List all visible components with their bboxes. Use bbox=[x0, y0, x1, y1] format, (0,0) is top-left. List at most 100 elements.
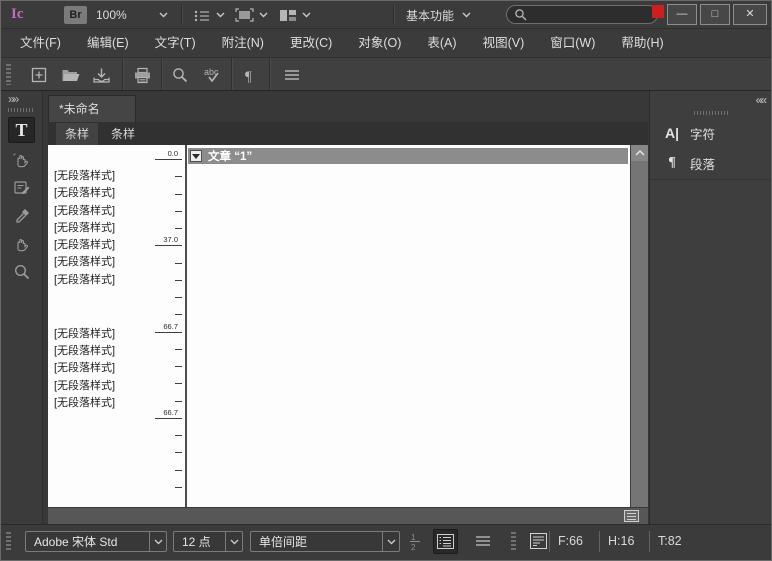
paragraph-style-label: [无段落样式] bbox=[54, 184, 149, 201]
character-panel-icon: A| bbox=[660, 125, 684, 141]
dock-grip[interactable] bbox=[694, 111, 730, 115]
view-tab-galley-2[interactable]: 条样 bbox=[102, 123, 144, 145]
title-bar: Ic Br 100% bbox=[1, 1, 771, 29]
copyfit-info-button[interactable] bbox=[528, 532, 548, 550]
chevron-down-icon bbox=[216, 12, 225, 18]
spell-check-button[interactable]: abc bbox=[200, 62, 226, 88]
expand-dock-icon[interactable]: «« bbox=[756, 93, 765, 107]
find-button[interactable] bbox=[167, 62, 193, 88]
leading-value: 单倍间距 bbox=[251, 533, 382, 550]
eyedropper-icon bbox=[12, 206, 32, 226]
bridge-button[interactable]: Br bbox=[64, 6, 87, 24]
search-input[interactable] bbox=[532, 9, 650, 21]
search-box[interactable] bbox=[506, 5, 658, 24]
leading-select[interactable]: 单倍间距 bbox=[250, 531, 400, 552]
type-tool[interactable]: T bbox=[8, 117, 35, 143]
hamburger-menu-icon bbox=[475, 535, 491, 547]
paragraph-style-label: [无段落样式] bbox=[54, 202, 149, 219]
menu-type[interactable]: 文字(T) bbox=[142, 29, 209, 57]
ruler-tick bbox=[175, 470, 182, 471]
arrange-documents-icon bbox=[279, 9, 297, 22]
show-hidden-characters-button[interactable]: ¶ bbox=[237, 62, 263, 88]
vertical-scrollbar[interactable] bbox=[630, 145, 648, 507]
tools-grip[interactable] bbox=[8, 108, 35, 112]
note-tool[interactable] bbox=[8, 175, 35, 201]
svg-text:1: 1 bbox=[411, 533, 416, 542]
ruler-tick bbox=[175, 366, 182, 367]
separator bbox=[269, 58, 270, 90]
print-button[interactable] bbox=[129, 62, 155, 88]
eyedropper-tool[interactable] bbox=[8, 203, 35, 229]
style-column-toggle[interactable] bbox=[433, 529, 458, 554]
toolbar-menu-button[interactable] bbox=[279, 62, 305, 88]
position-tool[interactable] bbox=[8, 147, 35, 173]
print-icon bbox=[133, 67, 152, 84]
horizontal-scrollbar[interactable] bbox=[48, 507, 648, 524]
galley-buffer-icon[interactable] bbox=[624, 510, 639, 522]
menu-table[interactable]: 表(A) bbox=[414, 29, 469, 57]
ruler-tick bbox=[175, 314, 182, 315]
ruler-tick bbox=[175, 228, 182, 229]
save-button[interactable] bbox=[88, 62, 114, 88]
expand-panel-icon[interactable]: »» bbox=[8, 92, 17, 106]
separator bbox=[650, 179, 772, 180]
depth-ruler: 0.037.066.766.7 bbox=[144, 145, 184, 507]
font-size-select[interactable]: 12 点 bbox=[173, 531, 243, 552]
toolbar-grip[interactable] bbox=[6, 64, 11, 85]
arrange-documents-button[interactable] bbox=[279, 6, 311, 24]
menu-window[interactable]: 窗口(W) bbox=[537, 29, 608, 57]
font-size-value: 12 点 bbox=[174, 533, 225, 550]
ruler-label: 37.0 bbox=[163, 235, 178, 244]
tools-panel: »» T bbox=[1, 91, 43, 524]
hand-tool[interactable] bbox=[8, 231, 35, 257]
character-panel-button[interactable]: A| 字符 bbox=[650, 119, 772, 147]
separator bbox=[231, 58, 232, 90]
menu-help[interactable]: 帮助(H) bbox=[608, 29, 676, 57]
menu-bar: 文件(F)编辑(E)文字(T)附注(N)更改(C)对象(O)表(A)视图(V)窗… bbox=[1, 29, 771, 58]
close-button[interactable]: ✕ bbox=[733, 4, 767, 25]
ruler-tick bbox=[175, 349, 182, 350]
open-document-button[interactable] bbox=[57, 62, 83, 88]
ruler-tick bbox=[155, 245, 182, 246]
separator bbox=[122, 58, 123, 90]
story-text-area[interactable]: 文章 “1” bbox=[187, 145, 630, 507]
collapse-story-button[interactable] bbox=[190, 150, 202, 162]
story-header[interactable]: 文章 “1” bbox=[188, 148, 628, 164]
view-tab-galley[interactable]: 条样 bbox=[56, 123, 98, 145]
paragraph-style-label: [无段落样式] bbox=[54, 394, 149, 411]
copyfit-stat: T:82 bbox=[649, 531, 699, 552]
ruler-tick bbox=[175, 435, 182, 436]
new-document-button[interactable] bbox=[26, 62, 52, 88]
bottombar-grip[interactable] bbox=[6, 532, 11, 552]
zoom-level-select[interactable]: 100% bbox=[96, 6, 168, 24]
zoom-tool[interactable] bbox=[8, 259, 35, 285]
view-options-button[interactable] bbox=[193, 6, 225, 24]
screen-mode-button[interactable] bbox=[235, 6, 268, 24]
document-tab[interactable]: *未命名 bbox=[48, 95, 136, 122]
minimize-button[interactable]: — bbox=[667, 4, 697, 25]
font-family-select[interactable]: Adobe 宋体 Std bbox=[25, 531, 167, 552]
save-icon bbox=[92, 67, 111, 84]
blank-rows bbox=[54, 288, 149, 325]
scroll-up-button[interactable] bbox=[631, 145, 648, 161]
svg-text:2: 2 bbox=[411, 543, 416, 552]
ruler-tick bbox=[175, 297, 182, 298]
ruler-tick bbox=[175, 452, 182, 453]
ruler-tick bbox=[175, 487, 182, 488]
bottombar-grip-2[interactable] bbox=[511, 532, 516, 552]
search-icon bbox=[514, 8, 527, 21]
menu-edit[interactable]: 编辑(E) bbox=[74, 29, 142, 57]
bottombar-menu-button[interactable] bbox=[473, 534, 493, 548]
menu-file[interactable]: 文件(F) bbox=[7, 29, 74, 57]
workspace-label: 基本功能 bbox=[406, 7, 454, 24]
workspace-switcher[interactable]: 基本功能 bbox=[406, 6, 471, 24]
paragraph-panel-button[interactable]: ¶ 段落 bbox=[650, 149, 772, 177]
line-number-toggle[interactable]: 1 2 bbox=[407, 531, 425, 552]
menu-object[interactable]: 对象(O) bbox=[345, 29, 414, 57]
menu-changes[interactable]: 更改(C) bbox=[277, 29, 345, 57]
ruler-tick bbox=[175, 176, 182, 177]
menu-view[interactable]: 视图(V) bbox=[470, 29, 538, 57]
ruler-tick bbox=[175, 280, 182, 281]
menu-notes[interactable]: 附注(N) bbox=[209, 29, 277, 57]
maximize-button[interactable]: □ bbox=[700, 4, 730, 25]
